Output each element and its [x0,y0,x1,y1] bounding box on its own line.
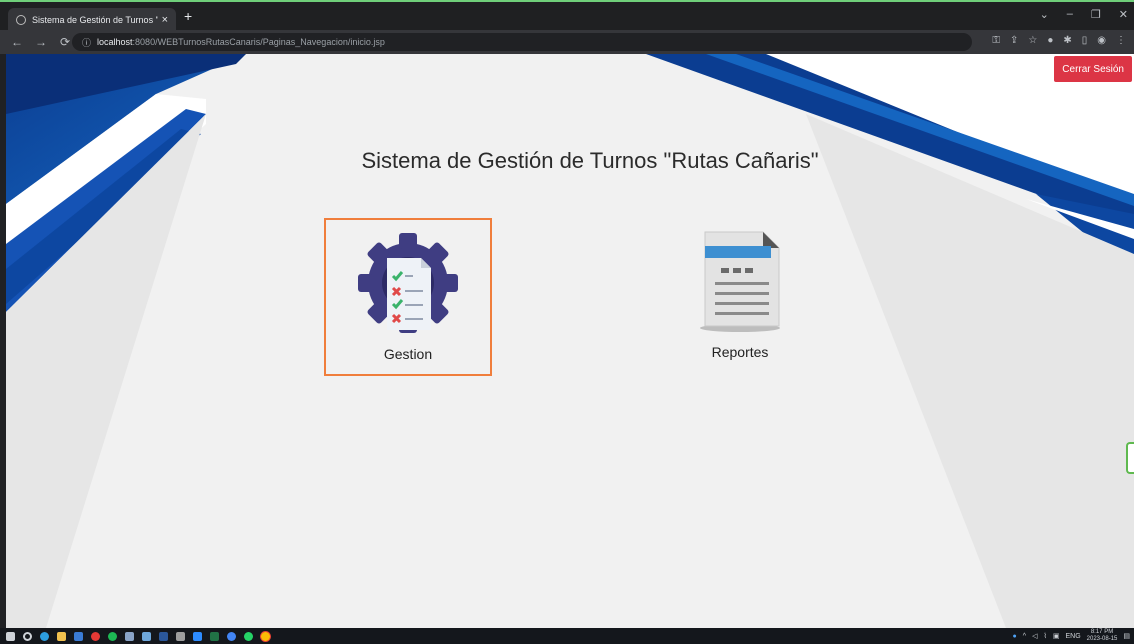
browser-toolbar: ← → ⟳ ⓘ localhost :8080/WEBTurnosRutasCa… [0,30,1134,54]
close-window-icon[interactable]: ✕ [1119,8,1128,21]
clock[interactable]: 8:17 PM 2023-08-15 [1087,629,1118,643]
browser-tab[interactable]: Sistema de Gestión de Turnos "R × [8,8,176,32]
notifications-icon[interactable]: ▤ [1123,632,1130,640]
window-controls: ⌄ – ❐ ✕ [1040,8,1128,21]
profile-icon[interactable]: ◉ [1097,35,1106,46]
key-icon[interactable]: ⚿ [992,35,1000,46]
back-arrow-icon[interactable]: ← [10,35,24,49]
whatsapp-icon[interactable] [244,631,253,641]
extension-icon[interactable]: ● [1047,35,1053,46]
gestion-card[interactable]: Gestion [324,218,492,376]
reportes-card[interactable]: Reportes [656,218,824,376]
star-icon[interactable]: ☆ [1028,35,1037,46]
language-indicator[interactable]: ENG [1066,633,1081,640]
search-icon[interactable] [23,631,32,641]
tab-title: Sistema de Gestión de Turnos "R [32,15,158,25]
page-viewport: Cerrar Sesión Sistema de Gestión de Turn… [6,54,1134,628]
restore-icon[interactable]: ❐ [1091,8,1101,21]
store-icon[interactable] [74,631,83,641]
clock-date: 2023-08-15 [1086,636,1118,642]
side-widget-tab[interactable] [1126,442,1134,474]
background-decoration [6,54,1134,628]
gestion-label: Gestion [383,346,433,362]
network-icon[interactable]: ⌇ [1043,632,1046,640]
os-taskbar: ● ^ ◁ ⌇ ▣ ENG 8:17 PM 2023-08-15 ▤ [0,628,1134,644]
clock-time: 8:17 PM [1090,629,1114,635]
report-document-icon [700,231,780,332]
app-dark-icon[interactable] [125,631,134,641]
chrome-icon[interactable] [261,631,270,641]
system-tray: ● ^ ◁ ⌇ ▣ ENG 8:17 PM 2023-08-15 ▤ [1013,628,1130,644]
forward-arrow-icon[interactable]: → [34,35,48,49]
puzzle-icon[interactable]: ✱ [1063,35,1071,46]
tab-search-icon[interactable]: ⌄ [1040,8,1049,21]
page-title: Sistema de Gestión de Turnos "Rutas Caña… [361,148,819,173]
extension-icons: ⚿ ⇪ ☆ ● ✱ ▯ ◉ ⋮ [992,35,1126,46]
menu-icon[interactable]: ⋮ [1116,35,1126,46]
site-info-icon[interactable]: ⓘ [82,36,91,49]
reload-icon[interactable]: ⟳ [58,35,72,49]
minimize-icon[interactable]: – [1067,8,1073,21]
logout-button[interactable]: Cerrar Sesión [1054,56,1132,82]
volume-icon[interactable]: ◁ [1032,632,1037,640]
tray-app-icon[interactable]: ▣ [1053,632,1060,640]
address-bar[interactable]: ⓘ localhost :8080/WEBTurnosRutasCanaris/… [72,33,972,51]
url-host: localhost [97,37,133,47]
share-icon[interactable]: ⇪ [1010,35,1018,46]
windows-start-icon[interactable] [6,631,15,641]
reportes-label: Reportes [711,344,769,360]
word-icon[interactable] [159,631,168,641]
weather-icon[interactable]: ● [1013,633,1017,640]
taskbar-apps [0,631,270,641]
zoom-icon[interactable] [193,631,202,641]
app-tool-icon[interactable] [142,631,151,641]
file-explorer-icon[interactable] [57,631,66,641]
browser-tab-bar: Sistema de Gestión de Turnos "R × + ⌄ – … [0,0,1134,32]
sidepanel-icon[interactable]: ▯ [1082,35,1088,46]
spotify-icon[interactable] [108,631,117,641]
app-blue-icon[interactable] [227,631,236,641]
app-red-icon[interactable] [91,631,100,641]
excel-icon[interactable] [210,631,219,641]
app-gray-icon[interactable] [176,631,185,641]
chevron-up-icon[interactable]: ^ [1023,633,1026,640]
new-tab-button[interactable]: + [184,8,192,24]
gestion-gear-checklist-icon [358,233,458,333]
tab-close-icon[interactable]: × [162,14,168,26]
tab-favicon-icon [16,15,26,25]
edge-icon[interactable] [40,631,49,641]
url-path: :8080/WEBTurnosRutasCanaris/Paginas_Nave… [132,37,385,47]
